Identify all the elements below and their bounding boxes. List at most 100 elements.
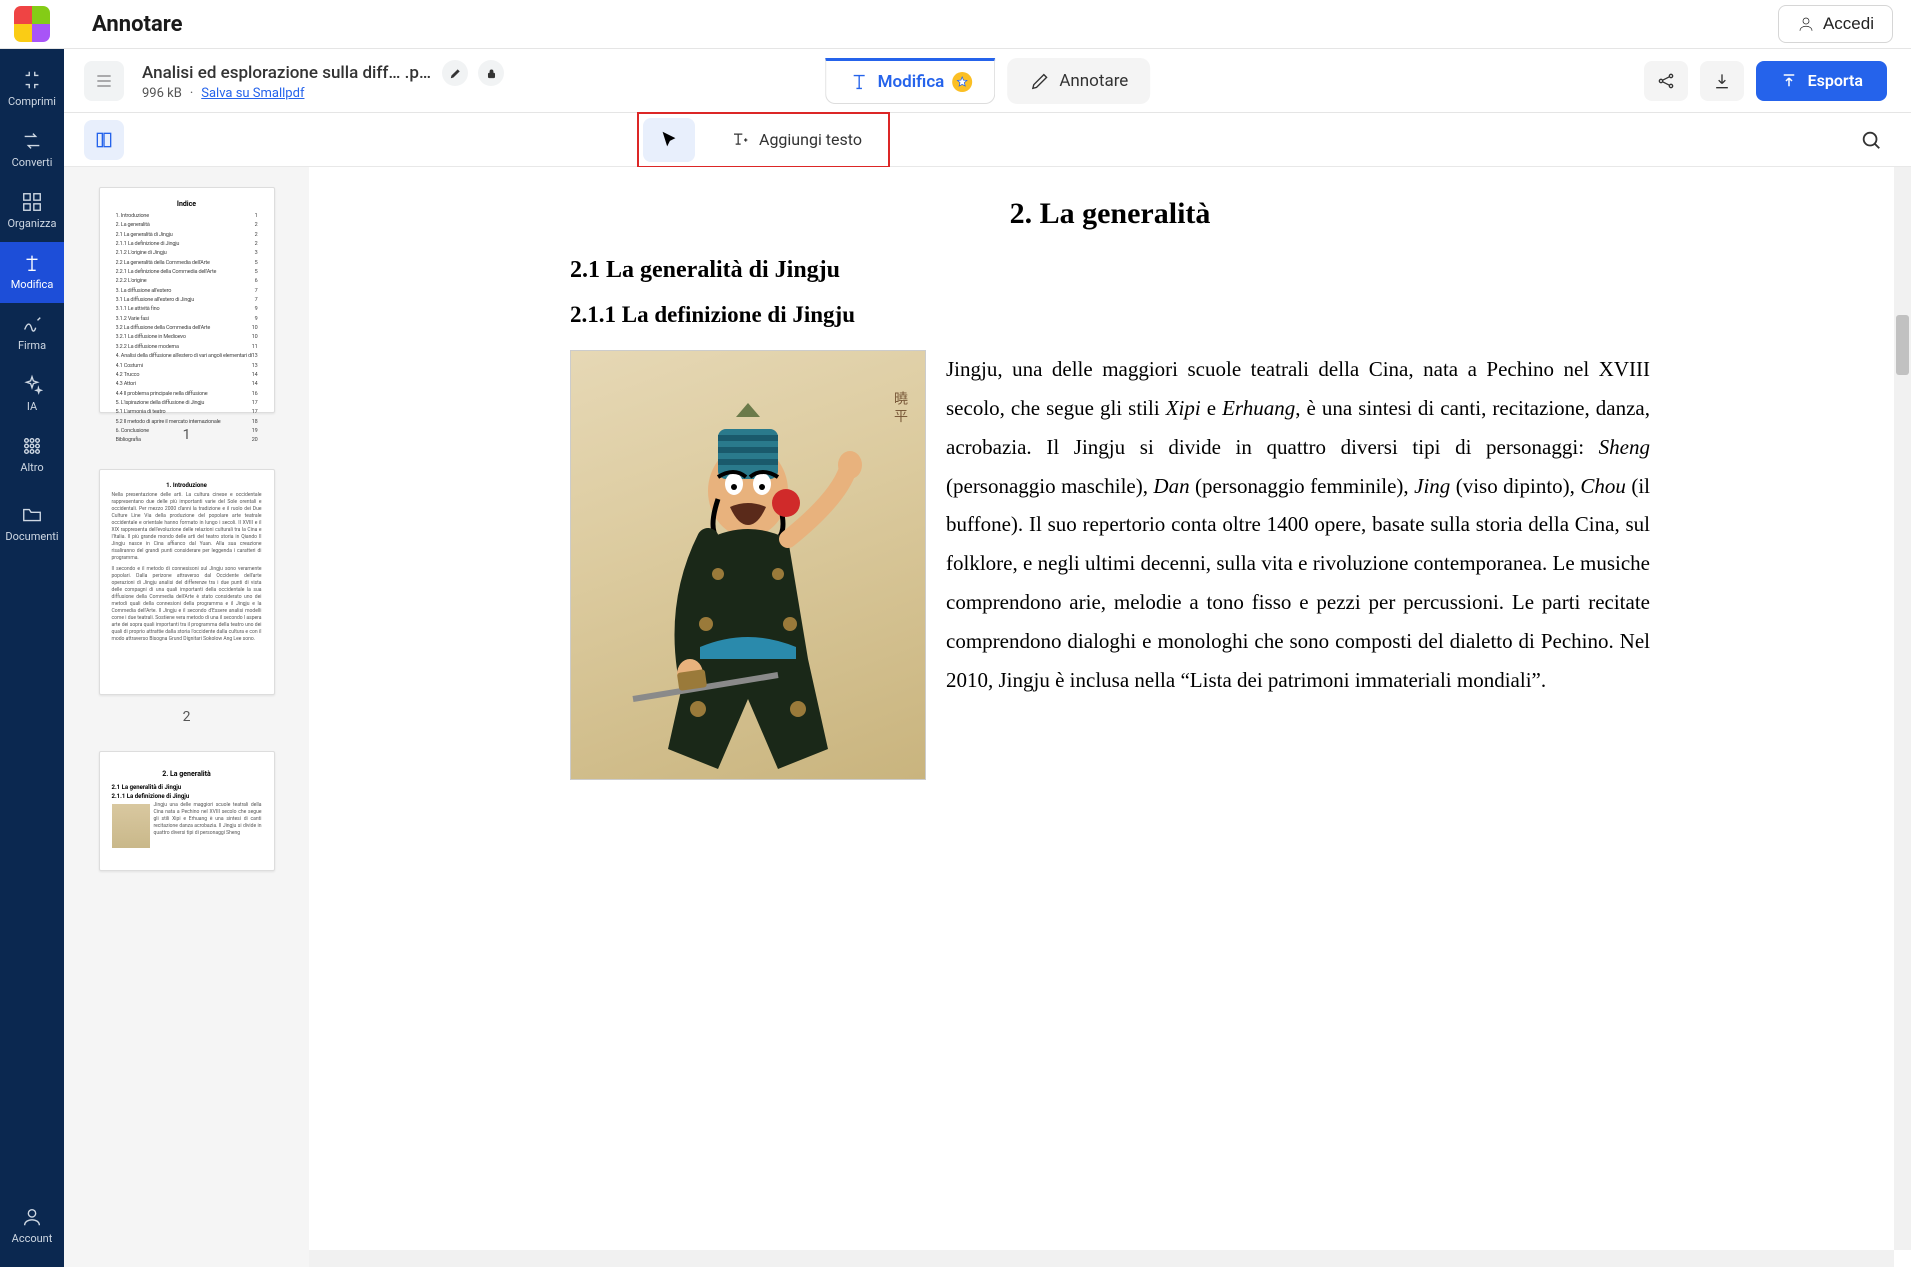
toc-row: 4.2 Trucco14 [112, 371, 262, 380]
select-tool[interactable] [643, 118, 695, 162]
file-info: Analisi ed esplorazione sulla diff… .pdf… [142, 60, 504, 101]
share-button[interactable] [1644, 61, 1688, 101]
user-icon [1797, 15, 1815, 33]
menu-button[interactable] [84, 61, 124, 101]
figure-stamp: 曉 平 [889, 391, 909, 423]
sidebar-item-account[interactable]: Account [0, 1196, 64, 1257]
download-icon [1712, 71, 1732, 91]
sidebar-label: Firma [18, 339, 46, 352]
mode-tabs: Modifica Annotare [825, 58, 1151, 104]
lock-button[interactable] [478, 60, 504, 86]
sidebar-label: Modifica [11, 278, 54, 291]
toc-row: 2.2.1 La definizione della Commedia dell… [112, 268, 262, 277]
thumbnail-page-3[interactable]: 2. La generalità 2.1 La generalità di Ji… [99, 751, 275, 871]
toc-row: 3.2.2 La diffusione moderna11 [112, 343, 262, 352]
tab-annotate[interactable]: Annotare [1007, 58, 1150, 104]
organize-icon [21, 191, 43, 213]
doc-h2: 2. La generalità [570, 197, 1650, 231]
sidebar-label: IA [27, 400, 37, 413]
hamburger-icon [94, 71, 114, 91]
app-logo[interactable] [0, 0, 64, 49]
thumbnails-toggle[interactable] [84, 120, 124, 160]
sidebar-label: Comprimi [8, 95, 56, 108]
panel-icon [94, 130, 114, 150]
add-text-tool[interactable]: Aggiungi testo [713, 118, 878, 162]
toc-row: 2.1.2 L'origine di Jingju3 [112, 249, 262, 258]
logo-icon [14, 6, 50, 42]
vertical-scrollbar[interactable] [1894, 167, 1911, 1250]
tab-annotate-label: Annotare [1059, 71, 1128, 91]
text-edit-icon [848, 71, 870, 93]
toc-row: 3.2 La diffusione della Commedia dell'Ar… [112, 324, 262, 333]
toc-row: 2.2 La generalità della Commedia dell'Ar… [112, 259, 262, 268]
sidebar-item-sign[interactable]: Firma [0, 303, 64, 364]
toc-row: 5. L'ispirazione della diffusione di Jin… [112, 399, 262, 408]
toc-row: 3.2.1 La diffusione in Medioevo10 [112, 333, 262, 342]
toc-row: 5.1 L'armonia di teatro17 [112, 408, 262, 417]
star-badge [952, 72, 972, 92]
sidebar-item-ai[interactable]: IA [0, 364, 64, 425]
document-view[interactable]: 2. La generalità 2.1 La generalità di Ji… [309, 167, 1911, 1267]
thumb-number-1: 1 [64, 427, 309, 443]
share-icon [1656, 71, 1676, 91]
edit-icon [21, 252, 43, 274]
ai-sparkle-icon [21, 374, 43, 396]
tab-edit[interactable]: Modifica [825, 58, 996, 104]
sidebar-label: Account [12, 1232, 53, 1245]
sidebar-item-edit[interactable]: Modifica [0, 242, 64, 303]
file-name: Analisi ed esplorazione sulla diff… .pdf [142, 63, 432, 83]
thumb-toc-title: Indice [112, 200, 262, 208]
scroll-thumb[interactable] [1896, 315, 1909, 375]
thumbnails-panel[interactable]: Indice 1. Introduzione12. La generalità2… [64, 167, 309, 1267]
download-button[interactable] [1700, 61, 1744, 101]
rename-button[interactable] [442, 60, 468, 86]
app-header: Annotare Accedi [0, 0, 1911, 49]
star-icon [956, 76, 968, 88]
sidebar-label: Documenti [5, 530, 58, 543]
separator: · [190, 86, 193, 101]
toc-row: 3. La diffusione all'estero7 [112, 287, 262, 296]
sidebar-item-organize[interactable]: Organizza [0, 181, 64, 242]
thumb3-h3: 2.1 La generalità di Jingju [112, 784, 262, 791]
cursor-icon [658, 129, 680, 151]
sidebar-item-documents[interactable]: Documenti [0, 494, 64, 555]
compress-icon [21, 69, 43, 91]
thumbnail-page-1[interactable]: Indice 1. Introduzione12. La generalità2… [99, 187, 275, 413]
page-content: 2. La generalità 2.1 La generalità di Ji… [570, 197, 1650, 700]
thumbnail-page-2[interactable]: 1. Introduzione Nella presentazione dell… [99, 469, 275, 695]
page-title: Annotare [92, 12, 182, 37]
lock-icon [485, 67, 498, 80]
sidebar-item-convert[interactable]: Converti [0, 120, 64, 181]
toc-row: 4. Analisi della diffusione all'estero d… [112, 352, 262, 361]
pencil-icon [449, 67, 462, 80]
login-button[interactable]: Accedi [1778, 5, 1893, 43]
grid-icon [21, 435, 43, 457]
toc-row: 5.2 Il metodo di aprire il mercato inter… [112, 418, 262, 427]
tab-edit-label: Modifica [878, 72, 945, 92]
workspace: Indice 1. Introduzione12. La generalità2… [64, 167, 1911, 1267]
convert-icon [21, 130, 43, 152]
export-button[interactable]: Esporta [1756, 61, 1887, 101]
doc-h3: 2.1 La generalità di Jingju [570, 257, 1650, 284]
toc-row: 2.1 La generalità di Jingju2 [112, 231, 262, 240]
toc-row: 2.1.1 La definizione di Jingju2 [112, 240, 262, 249]
login-label: Accedi [1823, 14, 1874, 34]
sidebar-item-compress[interactable]: Comprimi [0, 59, 64, 120]
save-link[interactable]: Salva su Smallpdf [201, 86, 304, 101]
thumb-number-2: 2 [64, 709, 309, 725]
sidebar-item-more[interactable]: Altro [0, 425, 64, 486]
document-figure: 曉 平 [570, 350, 926, 780]
search-button[interactable] [1851, 120, 1891, 160]
sidebar-label: Organizza [7, 217, 56, 230]
export-label: Esporta [1808, 71, 1863, 90]
main-toolbar: Analisi ed esplorazione sulla diff… .pdf… [64, 49, 1911, 113]
horizontal-scrollbar[interactable] [309, 1250, 1894, 1267]
edit-subtoolbar: Aggiungi testo [64, 113, 1911, 167]
toc-row: 2. La generalità2 [112, 221, 262, 230]
toc-row: 3.1.1 Le attività fino9 [112, 305, 262, 314]
upload-icon [1780, 72, 1798, 90]
thumb-body: Nella presentazione delle arti. La cultu… [112, 492, 262, 562]
left-sidebar: Comprimi Converti Organizza Modifica Fir… [0, 49, 64, 1267]
sign-icon [21, 313, 43, 335]
user-icon [21, 1206, 43, 1228]
